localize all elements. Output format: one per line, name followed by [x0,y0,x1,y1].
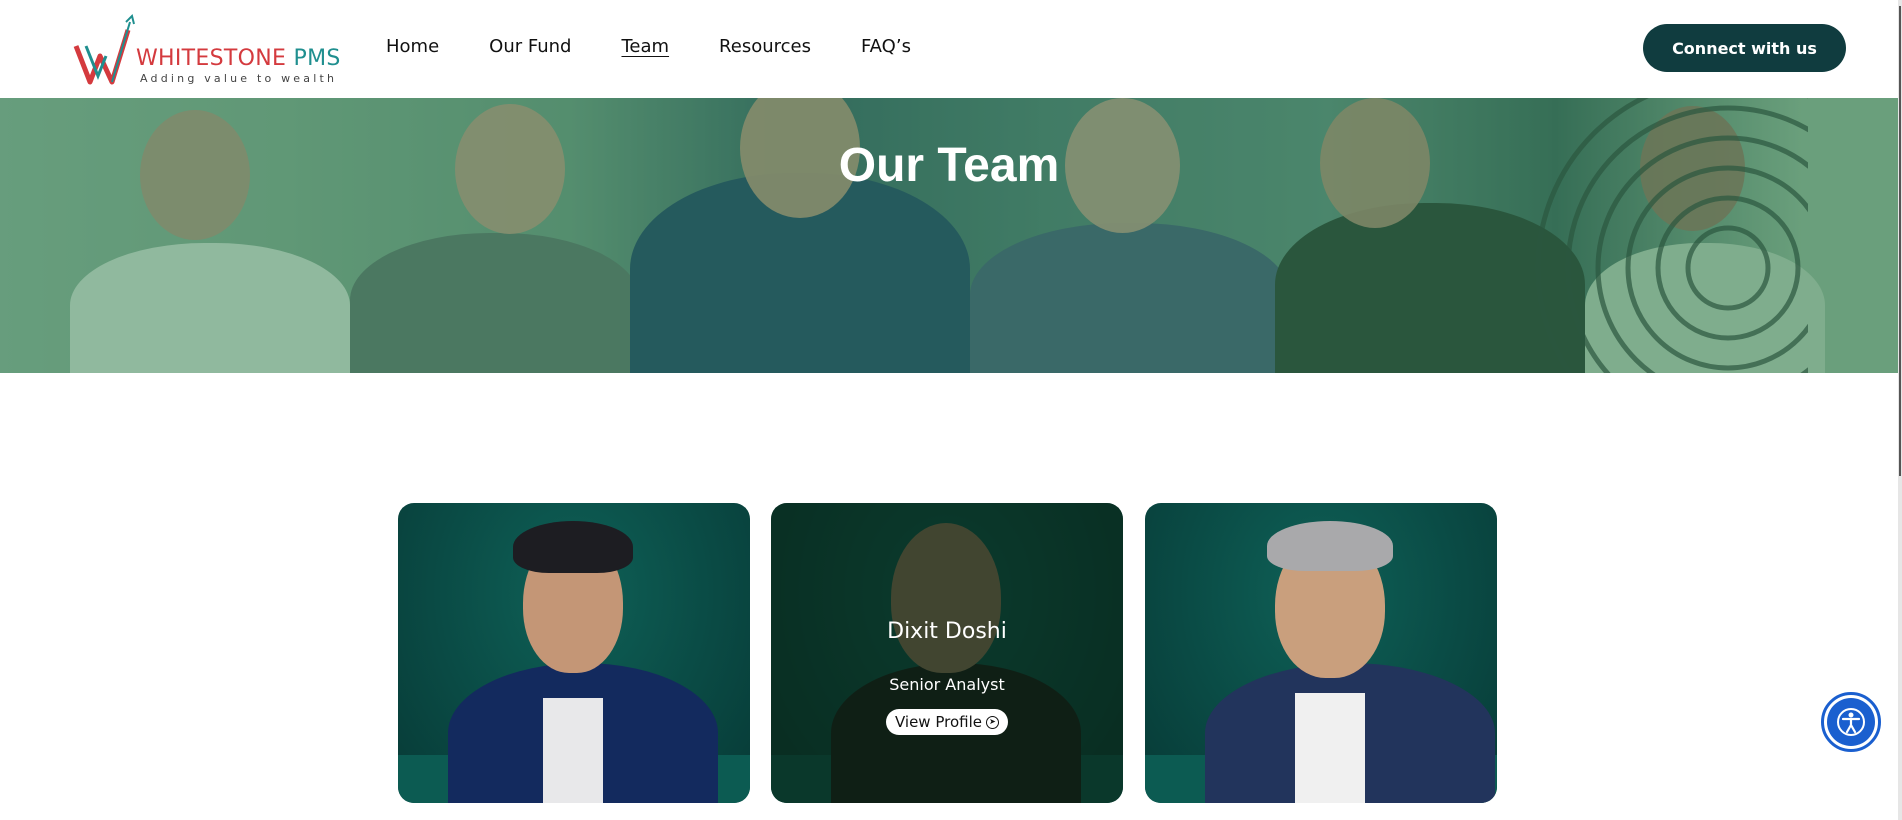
view-profile-label: View Profile [894,713,982,731]
team-card[interactable] [398,503,750,803]
nav-our-fund[interactable]: Our Fund [489,36,571,57]
team-card[interactable] [1145,503,1497,803]
brand-tagline: Adding value to wealth [140,72,338,85]
arrow-circle-right-icon: ➤ [986,715,999,729]
nav-home[interactable]: Home [386,36,439,57]
nav-faqs[interactable]: FAQ’s [861,36,911,57]
page-scrollbar[interactable] [1898,0,1902,820]
nav-resources[interactable]: Resources [719,36,811,57]
brand-name-part1: WHITESTONE [136,46,287,71]
nav-team[interactable]: Team [621,36,669,57]
accessibility-button[interactable] [1821,692,1881,752]
team-card-dixit-doshi[interactable]: Dixit Doshi Senior Analyst View Profile … [771,503,1123,803]
view-profile-button[interactable]: View Profile ➤ [886,709,1008,735]
accessibility-icon [1827,698,1875,746]
site-header: WHITESTONE PMS Adding value to wealth Ho… [0,0,1898,98]
member-role: Senior Analyst [889,675,1005,694]
brand-name: WHITESTONE PMS [136,46,341,71]
whitestone-logo[interactable]: WHITESTONE PMS Adding value to wealth [72,12,340,88]
hero-banner: Our Team [0,98,1898,373]
connect-button[interactable]: Connect with us [1643,24,1846,72]
brand-name-part2: PMS [286,46,341,71]
member-name: Dixit Doshi [887,619,1007,644]
main-nav: Home Our Fund Team Resources FAQ’s [386,36,961,57]
scrollbar-thumb[interactable] [1899,6,1901,476]
page-title: Our Team [838,139,1060,192]
logo-mark-icon [73,14,135,85]
card-hover-overlay [771,503,1123,803]
